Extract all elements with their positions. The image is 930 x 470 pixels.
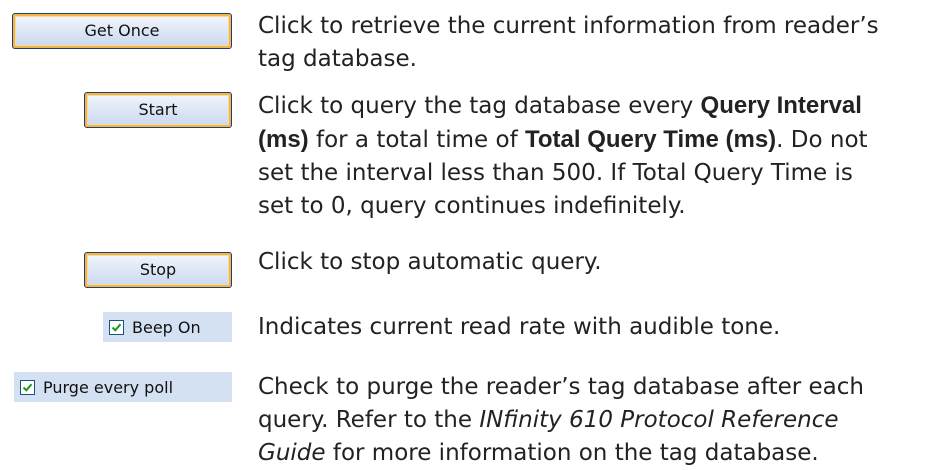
- desc-text: for more information on the tag database…: [325, 440, 819, 466]
- desc-line: set the interval less than 500. If Total…: [258, 160, 853, 186]
- beep-on-label: Beep On: [132, 317, 201, 337]
- desc-text: for a total time of: [308, 127, 525, 153]
- desc-line: (ms) for a total time of Total Query Tim…: [258, 123, 923, 157]
- desc-line: tag database.: [258, 46, 417, 72]
- start-description: Click to query the tag database every Qu…: [258, 89, 923, 223]
- desc-text: Click to query the tag database every: [258, 93, 701, 119]
- desc-line: set to 0, query continues indefinitely.: [258, 193, 686, 219]
- stop-button[interactable]: Stop: [84, 252, 232, 288]
- checkbox-checked-icon: [109, 319, 124, 335]
- purge-every-poll-checkbox[interactable]: Purge every poll: [14, 372, 232, 402]
- beep-on-description: Indicates current read rate with audible…: [258, 311, 923, 344]
- desc-line: Indicates current read rate with audible…: [258, 314, 781, 340]
- start-button[interactable]: Start: [84, 92, 232, 128]
- desc-line: Click to query the tag database every Qu…: [258, 89, 923, 123]
- stop-description: Click to stop automatic query.: [258, 246, 923, 279]
- desc-text: query. Refer to the: [258, 407, 480, 433]
- purge-every-poll-label: Purge every poll: [43, 377, 174, 397]
- desc-line: Guide for more information on the tag da…: [258, 437, 923, 470]
- desc-line: Check to purge the reader’s tag database…: [258, 374, 864, 400]
- query-interval-unit: (ms): [258, 126, 309, 153]
- query-interval-term: Query Interval: [700, 92, 862, 119]
- guide-title: Guide: [258, 440, 326, 466]
- desc-text: . Do not: [776, 127, 868, 153]
- beep-on-checkbox[interactable]: Beep On: [103, 312, 232, 342]
- checkbox-checked-icon: [20, 379, 35, 395]
- desc-line: Click to retrieve the current informatio…: [258, 13, 879, 39]
- desc-line: Click to stop automatic query.: [258, 249, 602, 275]
- desc-line: query. Refer to the INfinity 610 Protoco…: [258, 404, 923, 437]
- get-once-description: Click to retrieve the current informatio…: [258, 10, 923, 76]
- guide-title: INfinity 610 Protocol Reference: [479, 407, 839, 433]
- get-once-button[interactable]: Get Once: [12, 13, 232, 49]
- purge-every-poll-description: Check to purge the reader’s tag database…: [258, 371, 923, 470]
- total-query-time-term: Total Query Time (ms): [524, 126, 777, 153]
